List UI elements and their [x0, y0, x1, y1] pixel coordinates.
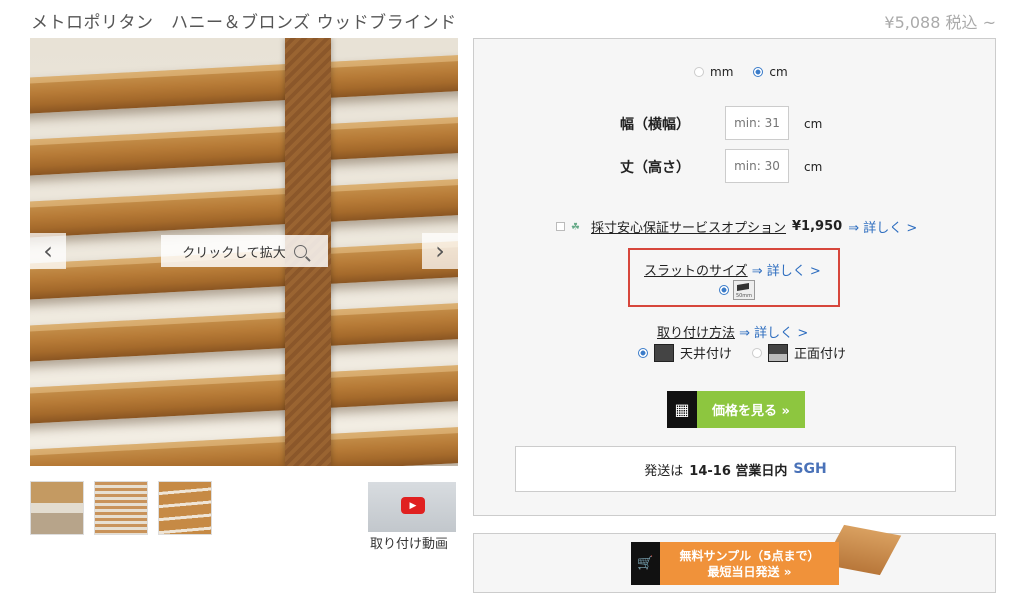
slat-size-option[interactable]: 50mm [719, 280, 755, 300]
blind-slat [30, 115, 458, 177]
blind-slat [30, 177, 458, 239]
free-sample-label: 無料サンプル（5点まで） 最短当日発送 » [660, 542, 839, 585]
sample-panel: 🛒 無料サンプル（5点まで） 最短当日発送 » [473, 524, 996, 593]
free-sample-line1: 無料サンプル（5点まで） [679, 548, 820, 563]
cart-icon: 🛒 [631, 542, 660, 585]
product-main-image[interactable]: ‹ › クリックして拡大 [30, 38, 458, 466]
slat-size-radio[interactable] [719, 285, 729, 295]
width-input[interactable] [725, 106, 789, 140]
slat-size-details-link[interactable]: ⇒ 詳しく > [752, 264, 821, 279]
price-from: ¥5,088 税込 ~ [884, 13, 996, 32]
next-image-button[interactable]: › [422, 233, 458, 269]
height-unit: cm [804, 160, 823, 174]
blind-slat [30, 425, 458, 466]
sgh-logo-icon: SGH [793, 461, 827, 477]
play-icon: ▶ [401, 497, 425, 514]
mount-ceiling-label[interactable]: 天井付け [680, 343, 732, 362]
mount-face-label[interactable]: 正面付け [794, 343, 846, 362]
blind-slat [30, 363, 458, 425]
measure-option-details-link[interactable]: ⇒ 詳しく > [848, 217, 917, 236]
width-unit: cm [804, 117, 823, 131]
ceiling-mount-icon [654, 343, 674, 362]
product-title: メトロポリタン ハニー＆ブロンズ ウッドブラインド [31, 13, 457, 33]
thumbnail-3[interactable] [158, 481, 212, 535]
video-thumbnail[interactable]: ▶ [368, 482, 456, 532]
zoom-label: クリックして拡大 [182, 245, 286, 261]
shipping-info: 発送は 14-16 営業日内 SGH [515, 446, 956, 492]
unit-mm-label: mm [710, 65, 734, 79]
search-icon [293, 244, 307, 258]
configurator-panel: mm cm 幅（横幅） cm 丈（高さ） cm ☘ 採寸安心保証サービスオプショ… [473, 38, 996, 516]
free-sample-button[interactable]: 🛒 無料サンプル（5点まで） 最短当日発送 » [631, 542, 839, 585]
thumbnail-2[interactable] [94, 481, 148, 535]
mount-options: 天井付け 正面付け [638, 343, 846, 362]
measure-option-label[interactable]: 採寸安心保証サービスオプション [591, 217, 786, 236]
unit-cm-label: cm [769, 65, 788, 79]
prev-image-button[interactable]: ‹ [30, 233, 66, 269]
height-label: 丈（高さ） [620, 160, 690, 176]
slat-size-row: スラットのサイズ ⇒ 詳しく > [644, 260, 821, 279]
calculator-icon: ▦ [667, 391, 697, 428]
slat-swatch-caption: 50mm [735, 293, 753, 299]
mount-face-radio[interactable] [752, 347, 763, 358]
unit-mm-radio[interactable] [694, 67, 704, 77]
view-price-label: 価格を見る » [697, 391, 805, 428]
leaf-icon: ☘ [571, 221, 580, 233]
shipping-days: 14-16 営業日内 [689, 463, 788, 479]
mount-label[interactable]: 取り付け方法 [657, 326, 735, 341]
thumbnail-1[interactable] [30, 481, 84, 535]
video-label[interactable]: 取り付け動画 [370, 533, 448, 552]
unit-cm-radio[interactable] [753, 67, 764, 77]
slat-size-label[interactable]: スラットのサイズ [644, 264, 748, 279]
measure-option-checkbox[interactable] [556, 222, 565, 231]
mount-title-row: 取り付け方法 ⇒ 詳しく > [657, 322, 808, 341]
blind-slat [30, 53, 458, 115]
slat-size-section: スラットのサイズ ⇒ 詳しく > 50mm [628, 248, 840, 307]
chevron-right-icon: › [435, 237, 445, 265]
mount-ceiling-radio[interactable] [638, 347, 648, 358]
face-mount-icon [768, 343, 789, 362]
chevron-left-icon: ‹ [43, 237, 53, 265]
view-price-button[interactable]: ▦ 価格を見る » [667, 391, 805, 428]
measure-option-price: ¥1,950 [792, 219, 843, 234]
zoom-button[interactable]: クリックして拡大 [161, 235, 328, 267]
width-label: 幅（横幅） [620, 117, 690, 133]
blind-slat [30, 301, 458, 363]
mount-details-link[interactable]: ⇒ 詳しく > [739, 326, 808, 341]
measure-option-row: ☘ 採寸安心保証サービスオプション ¥1,950 ⇒ 詳しく > [556, 217, 917, 236]
free-sample-line2: 最短当日発送 » [707, 564, 792, 579]
height-input[interactable] [725, 149, 789, 183]
slat-swatch-icon: 50mm [733, 280, 755, 300]
shipping-prefix: 発送は [644, 463, 684, 479]
unit-selector: mm cm [694, 65, 788, 79]
